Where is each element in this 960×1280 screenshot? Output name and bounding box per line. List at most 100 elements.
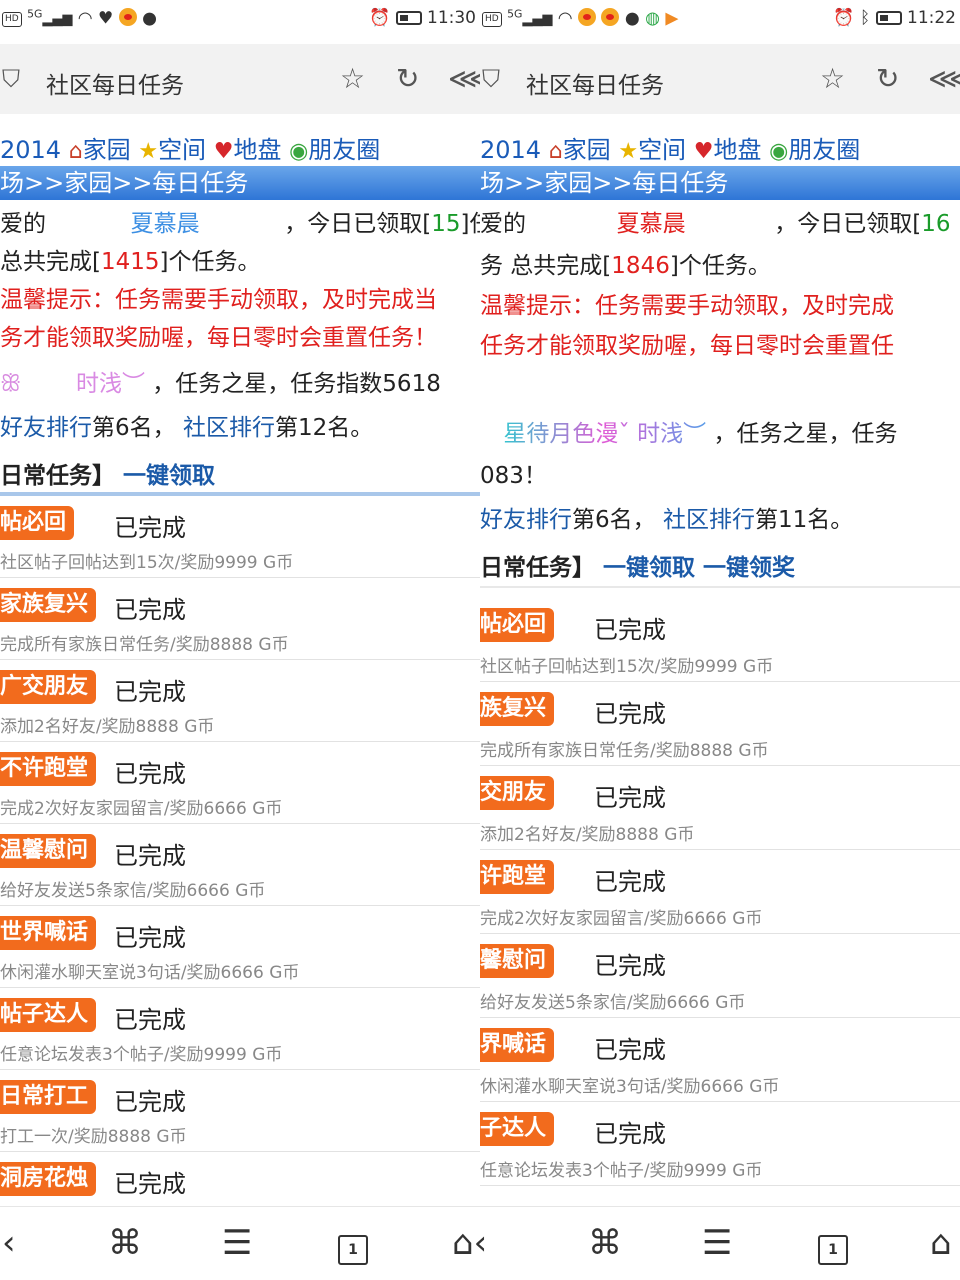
claimed-count: 16 [921, 211, 951, 237]
star-line-2: 083！ [480, 463, 547, 489]
nav-item-friends[interactable]: 朋友圈 [788, 136, 860, 164]
claim-all-link[interactable]: 一键领取 [123, 463, 215, 489]
star-icon[interactable]: ☆ [820, 62, 845, 96]
greeting-line: 爱的 夏慕晨 ，今日已领取[16 [480, 211, 951, 237]
task-name-badge[interactable]: 日常打工 [0, 1080, 97, 1114]
bluetooth-icon: ᛒ [859, 8, 871, 28]
status-left: HD 5G▂▄▆ ◠ ♥ ● [2, 8, 157, 28]
task-name-badge[interactable]: 不许跑堂 [0, 752, 97, 786]
task-status: 已完成 [594, 952, 666, 980]
task-row: 帖子达人 已完成 任意论坛发表3个帖子/奖励9999 G币 [0, 988, 480, 1070]
nav-item-home[interactable]: 家园 [83, 136, 131, 164]
breadcrumb: 场>>家园>>每日任务 [480, 166, 960, 200]
task-name-badge[interactable]: 馨慰问 [480, 944, 555, 978]
star-user-name[interactable]: 时浅︶ [76, 371, 145, 397]
video-icon: ▶ [665, 8, 679, 29]
rank-line: 好友排行第6名， 社区排行第11名。 [480, 507, 854, 533]
user-name[interactable]: 夏慕晨 [131, 211, 200, 237]
shield-icon[interactable]: ⛉ [482, 62, 500, 96]
task-name-badge[interactable]: 广交朋友 [0, 670, 97, 704]
refresh-icon[interactable]: ↻ [396, 62, 419, 96]
star-user-name[interactable]: 星待月色漫ˇ 时浅︶ [503, 421, 706, 447]
task-name-badge[interactable]: 子达人 [480, 1112, 555, 1146]
task-row: 世界喊话 已完成 休闲灌水聊天室说3句话/奖励6666 G币 [0, 906, 480, 988]
nav-year[interactable]: 2014 [0, 136, 61, 164]
page-title: 社区每日任务 [526, 73, 664, 99]
nav-item-territory[interactable]: 地盘 [233, 136, 281, 164]
page-content: 2014 ⌂家园 ★空间 ♥地盘 ◉朋友圈 场>>家园>>每日任务 爱的 夏慕晨… [480, 118, 960, 1206]
task-status: 已完成 [594, 1036, 666, 1064]
browser-nav-bar: ‹ ⌘ ☰ 1 ⌂‹ ⌘ ☰ 1 ⌂ [0, 1206, 960, 1280]
nav-item-space[interactable]: 空间 [158, 136, 206, 164]
shield-icon[interactable]: ⛉ [2, 62, 20, 96]
task-description: 休闲灌水聊天室说3句话/奖励6666 G币 [0, 963, 300, 983]
tip-line-2: 任务才能领取奖励喔，每日零时会重置任 [480, 333, 894, 359]
task-description: 任意论坛发表3个帖子/奖励9999 G币 [0, 1045, 283, 1065]
left-screenshot: HD 5G▂▄▆ ◠ ♥ ● ⏰ 11:30 ⛉ 社区每日任务 ☆ ↻ ⋘ 20… [0, 0, 480, 1280]
task-status: 已完成 [114, 842, 186, 870]
task-description: 给好友发送5条家信/奖励6666 G币 [480, 993, 746, 1013]
task-status: 已完成 [114, 678, 186, 706]
claimed-count: 15 [431, 211, 461, 237]
nav-item-space[interactable]: 空间 [638, 136, 686, 164]
share-icon[interactable]: ⋘ [448, 62, 480, 96]
daily-header: 日常任务】 一键领取 一键领奖 [480, 555, 796, 581]
status-left: HD 5G▂▄▆ ◠ ● ◍ ▶ [482, 8, 678, 28]
nav-item-friends[interactable]: 朋友圈 [308, 136, 380, 164]
task-status: 已完成 [114, 596, 186, 624]
community-rank-link[interactable]: 社区排行 [183, 415, 275, 441]
share-icon[interactable]: ⋘ [928, 62, 960, 96]
task-status: 已完成 [594, 868, 666, 896]
back-icon[interactable]: ‹ [2, 1223, 16, 1263]
hd-icon: HD [482, 12, 502, 28]
nav-item-home[interactable]: 家园 [563, 136, 611, 164]
clock-time: 11:30 [427, 8, 476, 28]
task-name-badge[interactable]: 帖子达人 [0, 998, 97, 1032]
star-icon[interactable]: ☆ [340, 62, 365, 96]
clock-time: 11:22 [907, 8, 956, 28]
nav-year[interactable]: 2014 [480, 136, 541, 164]
task-status: 已完成 [594, 616, 666, 644]
task-name-badge[interactable]: 帖必回 [480, 608, 555, 642]
page-icon[interactable]: 1 [818, 1223, 848, 1265]
refresh-icon[interactable]: ↻ [876, 62, 899, 96]
tabs-icon[interactable]: ☰ [702, 1223, 732, 1263]
claim-all-link[interactable]: 一键领取 [603, 555, 695, 581]
user-name[interactable]: 夏慕晨 [617, 211, 686, 237]
task-row: 族复兴 已完成 完成所有家族日常任务/奖励8888 G币 [480, 682, 960, 766]
task-row: 交朋友 已完成 添加2名好友/奖励8888 G币 [480, 766, 960, 850]
star-badge-icon: ★ [138, 139, 159, 164]
house-icon: ⌂ [68, 139, 83, 164]
task-name-badge[interactable]: 交朋友 [480, 776, 555, 810]
task-row: 界喊话 已完成 休闲灌水聊天室说3句话/奖励6666 G币 [480, 1018, 960, 1102]
breadcrumb: 场>>家园>>每日任务 [0, 166, 480, 200]
task-status: 已完成 [594, 1120, 666, 1148]
task-name-badge[interactable]: 洞房花烛 [0, 1162, 97, 1196]
task-name-badge[interactable]: 温馨慰问 [0, 834, 97, 868]
page-title: 社区每日任务 [46, 73, 184, 99]
tabs-icon[interactable]: ☰ [222, 1223, 252, 1263]
bow-icon: ꕥ [0, 371, 22, 397]
status-bar: HD 5G▂▄▆ ◠ ● ◍ ▶ ⏰ ᛒ 11:22 [480, 0, 960, 40]
nav-item-territory[interactable]: 地盘 [713, 136, 761, 164]
task-name-badge[interactable]: 界喊话 [480, 1028, 555, 1062]
rank-line: 好友排行第6名， 社区排行第12名。 [0, 415, 374, 441]
collect-all-link[interactable]: 一键领奖 [703, 555, 795, 581]
apps-icon[interactable]: ⌘ [588, 1223, 622, 1263]
page-icon[interactable]: 1 [338, 1223, 368, 1265]
friend-rank-link[interactable]: 好友排行 [480, 507, 572, 533]
task-name-badge[interactable]: 帖必回 [0, 506, 75, 540]
apps-icon[interactable]: ⌘ [108, 1223, 142, 1263]
task-name-badge[interactable]: 族复兴 [480, 692, 555, 726]
task-description: 任意论坛发表3个帖子/奖励9999 G币 [480, 1161, 763, 1181]
task-name-badge[interactable]: 家族复兴 [0, 588, 97, 622]
task-name-badge[interactable]: 世界喊话 [0, 916, 97, 950]
task-name-badge[interactable]: 许跑堂 [480, 860, 555, 894]
circle-icon: ◉ [769, 139, 789, 164]
friend-rank-link[interactable]: 好友排行 [0, 415, 92, 441]
star-badge-icon: ★ [618, 139, 639, 164]
home-icon[interactable]: ⌂ [930, 1223, 952, 1263]
tip-line-2: 务才能领取奖励喔，每日零时会重置任务！ [0, 325, 437, 351]
community-rank-link[interactable]: 社区排行 [663, 507, 755, 533]
home-icon[interactable]: ⌂‹ [452, 1223, 487, 1263]
